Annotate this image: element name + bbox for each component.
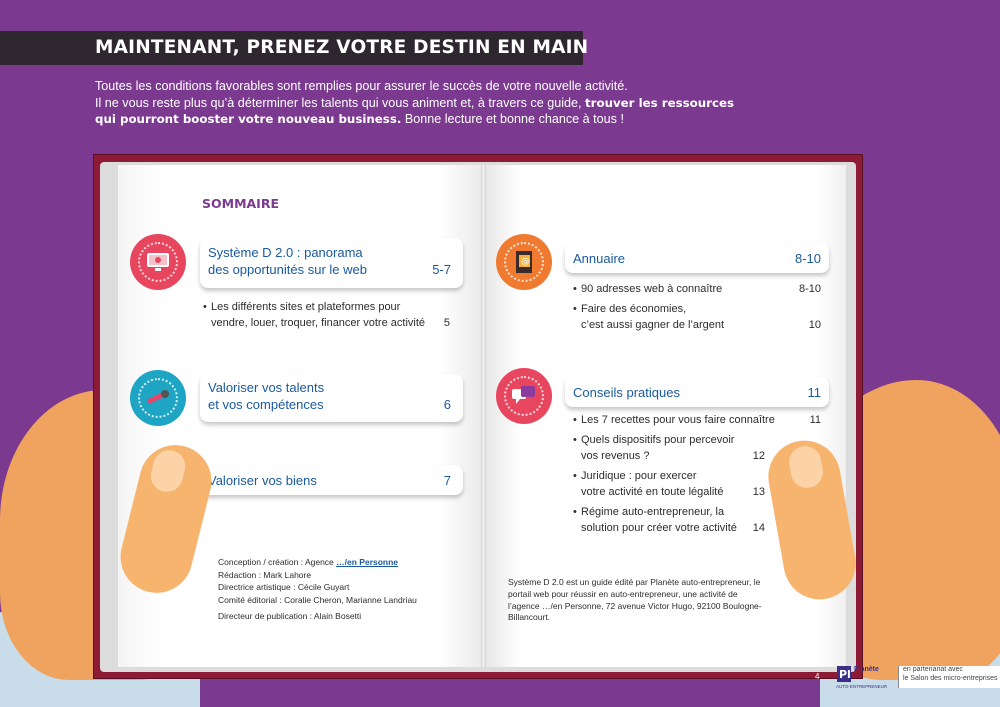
section-pages: 7 — [443, 473, 451, 488]
intro-line-2: Il ne vous reste plus qu’à déterminer le… — [95, 95, 582, 110]
item-line-1: Juridique : pour exercer — [581, 470, 697, 482]
partner-note: en partenariat avec le Salon des micro-e… — [898, 666, 1000, 688]
item-line-1: Les différents sites et plateformes pour — [211, 301, 401, 313]
about-guide: Système D 2.0 est un guide édité par Pla… — [508, 577, 762, 623]
intro-suffix: Bonne lecture et bonne chance à tous ! — [404, 112, 624, 126]
microphone-icon — [138, 378, 178, 418]
badge-computer — [130, 234, 186, 290]
item-line-2: votre activité en toute légalité — [581, 486, 724, 498]
section-title-line-1: Système D 2.0 : panorama — [208, 245, 363, 260]
item-page: 10 — [808, 319, 821, 331]
partner-line-1: en partenariat avec — [903, 666, 963, 673]
bullet: • — [573, 434, 577, 446]
section-title-line-1: Valoriser vos biens — [208, 473, 317, 488]
item-line-1: 90 adresses web à connaître — [581, 283, 723, 295]
sommaire-heading: SOMMAIRE — [202, 196, 279, 211]
page-number: 4 — [815, 672, 820, 681]
section-pages: 5-7 — [432, 262, 451, 277]
computer-icon — [138, 242, 178, 282]
item-line-2: solution pour créer votre activité — [581, 522, 737, 534]
item-line-2: vos revenus ? — [581, 450, 650, 462]
page-title: MAINTENANT, PRENEZ VOTRE DESTIN EN MAIN — [95, 37, 589, 58]
bullet: • — [573, 303, 577, 315]
bullet: • — [203, 301, 207, 313]
bullet: • — [573, 283, 577, 295]
svg-text:@: @ — [521, 257, 530, 267]
section-pages: 8-10 — [794, 251, 821, 266]
title-bar: MAINTENANT, PRENEZ VOTRE DESTIN EN MAIN — [0, 31, 588, 65]
item-line-1: Régime auto-entrepreneur, la — [581, 506, 725, 518]
credit-direction: Directrice artistique : Cécile Guyart — [218, 582, 350, 592]
bullet: • — [573, 470, 577, 482]
item-page: 5 — [443, 317, 450, 329]
credit-concept: Conception / création : Agence …/en Pers… — [218, 556, 417, 569]
logo-subtext: AUTO-ENTREPRENEUR — [836, 684, 888, 689]
item-page: 14 — [752, 522, 765, 534]
intro-paragraph: Toutes les conditions favorables sont re… — [95, 78, 735, 128]
item-line-2: c’est aussi gagner de l’argent — [581, 319, 725, 331]
logo-text: Planète — [854, 666, 879, 673]
item-page: 8-10 — [798, 283, 821, 295]
item-page: 13 — [752, 486, 765, 498]
section-biens[interactable]: Valoriser vos biens 7 — [200, 465, 463, 495]
section-pages: 6 — [443, 397, 451, 412]
bullet: • — [573, 506, 577, 518]
section-title-line-2: et vos compétences — [208, 397, 324, 412]
badge-microphone — [130, 370, 186, 426]
item-page: 12 — [752, 450, 765, 462]
agency-link[interactable]: …/en Personne — [336, 557, 398, 567]
intro-line-1: Toutes les conditions favorables sont re… — [95, 79, 628, 93]
badge-notebook: @ — [496, 234, 552, 290]
item-line-2: vendre, louer, troquer, financer votre a… — [211, 317, 426, 329]
item-page: 11 — [809, 414, 821, 426]
planete-logo: Pl Planète AUTO-ENTREPRENEUR — [836, 664, 892, 694]
section-title-line-2: des opportunités sur le web — [208, 262, 367, 277]
credit-comite: Comité éditorial : Coralie Cheron, Maria… — [218, 594, 417, 605]
section-annuaire[interactable]: Annuaire 8-10 — [565, 243, 829, 273]
section-title-line-1: Conseils pratiques — [573, 385, 680, 400]
book-spine — [481, 165, 486, 667]
badge-speech — [496, 368, 552, 424]
item-line-1: Faire des économies, — [581, 303, 687, 315]
section-systeme-d[interactable]: Système D 2.0 : panorama des opportunité… — [200, 238, 463, 288]
section-title-line-1: Valoriser vos talents — [208, 380, 325, 395]
partner-line-2: le Salon des micro-entreprises — [903, 674, 998, 682]
bullet: • — [573, 414, 577, 426]
item-line-1: Quels dispositifs pour percevoir — [581, 434, 735, 446]
credits-block: Conception / création : Agence …/en Pers… — [218, 556, 417, 623]
credit-redaction: Rédaction : Mark Lahore — [218, 569, 312, 580]
notebook-icon: @ — [504, 242, 544, 282]
credit-concept-label: Conception / création : Agence — [218, 557, 334, 567]
section-title-line-1: Annuaire — [573, 251, 626, 266]
section-talents[interactable]: Valoriser vos talents et vos compétences… — [200, 374, 463, 422]
speech-bubble-icon — [504, 376, 544, 416]
section-conseils[interactable]: Conseils pratiques 11 — [565, 377, 829, 407]
section-pages: 11 — [807, 385, 822, 400]
credit-directeur: Directeur de publication : Alain Bosetti — [218, 611, 362, 621]
svg-text:Pl: Pl — [839, 668, 851, 681]
item-line-1: Les 7 recettes pour vous faire connaître — [581, 414, 775, 426]
